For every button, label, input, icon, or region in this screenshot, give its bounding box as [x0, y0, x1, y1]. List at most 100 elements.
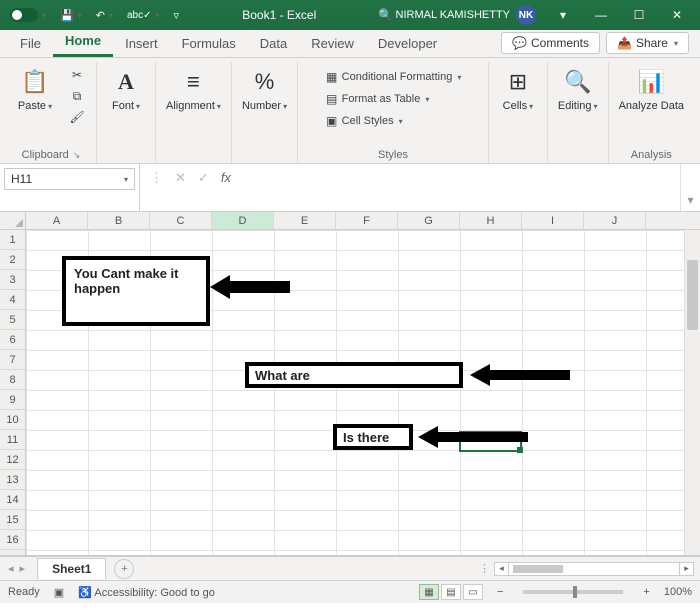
- ribbon-display-options[interactable]: ▾: [546, 4, 580, 26]
- row-header-7[interactable]: 7: [0, 350, 25, 370]
- formula-more[interactable]: ⋮: [150, 170, 163, 186]
- cut-button[interactable]: ✂: [64, 66, 90, 84]
- formula-input[interactable]: [241, 164, 680, 211]
- group-number: % Number▾: [232, 62, 298, 163]
- expand-formula-bar[interactable]: ▾: [680, 164, 700, 211]
- col-header-E[interactable]: E: [274, 212, 336, 229]
- tab-review[interactable]: Review: [299, 31, 366, 57]
- chevron-down-icon: ▾: [124, 175, 128, 184]
- sheet-nav[interactable]: ◂▸: [0, 562, 33, 575]
- worksheet-grid[interactable]: ABCDEFGHIJ 12345678910111213141516 You C…: [0, 212, 700, 556]
- col-header-G[interactable]: G: [398, 212, 460, 229]
- column-headers: ABCDEFGHIJ: [0, 212, 700, 230]
- col-header-D[interactable]: D: [212, 212, 274, 229]
- conditional-formatting-button[interactable]: ▦Conditional Formatting ▾: [319, 68, 468, 86]
- col-header-A[interactable]: A: [26, 212, 88, 229]
- row-header-9[interactable]: 9: [0, 390, 25, 410]
- minimize-button[interactable]: —: [584, 4, 618, 26]
- row-header-15[interactable]: 15: [0, 510, 25, 530]
- tab-data[interactable]: Data: [248, 31, 299, 57]
- tab-developer[interactable]: Developer: [366, 31, 449, 57]
- zoom-slider[interactable]: [523, 590, 623, 594]
- cells-icon: ⊞: [502, 66, 534, 98]
- accessibility-status[interactable]: ♿ Accessibility: Good to go: [78, 586, 215, 599]
- row-header-16[interactable]: 16: [0, 530, 25, 550]
- vertical-scrollbar[interactable]: [684, 230, 700, 555]
- macro-record-icon[interactable]: ▣: [54, 586, 64, 599]
- group-editing: 🔍 Editing▾: [548, 62, 609, 163]
- zoom-level[interactable]: 100%: [664, 586, 692, 598]
- tab-formulas[interactable]: Formulas: [170, 31, 248, 57]
- format-as-table-button[interactable]: ▤Format as Table ▾: [319, 90, 436, 108]
- row-header-14[interactable]: 14: [0, 490, 25, 510]
- cell-styles-button[interactable]: ▣Cell Styles ▾: [319, 112, 409, 130]
- arrow-shape-3[interactable]: [418, 424, 528, 450]
- row-header-5[interactable]: 5: [0, 310, 25, 330]
- col-header-B[interactable]: B: [88, 212, 150, 229]
- save-button[interactable]: 💾▾: [56, 7, 86, 24]
- zoom-in-button[interactable]: +: [643, 586, 649, 598]
- text-box-2[interactable]: What are: [245, 362, 463, 388]
- col-header-J[interactable]: J: [584, 212, 646, 229]
- row-header-8[interactable]: 8: [0, 370, 25, 390]
- titlebar: ▾ 💾▾ ↶▾ abc✓▾ ▿ Book1 - Excel 🔍 NIRMAL K…: [0, 0, 700, 30]
- arrow-shape-2[interactable]: [470, 362, 570, 388]
- cells-dropdown[interactable]: ⊞ Cells▾: [495, 64, 541, 114]
- text-box-1[interactable]: You Cant make it happen: [62, 256, 210, 326]
- format-painter-button[interactable]: 🖌: [64, 108, 90, 126]
- dialog-launcher-icon[interactable]: ↘: [73, 150, 81, 161]
- col-header-F[interactable]: F: [336, 212, 398, 229]
- row-header-11[interactable]: 11: [0, 430, 25, 450]
- row-header-4[interactable]: 4: [0, 290, 25, 310]
- share-button[interactable]: 📤 Share ▾: [606, 32, 689, 54]
- page-break-view-button[interactable]: ▭: [463, 584, 483, 600]
- tab-split-handle[interactable]: ⋮: [479, 562, 490, 575]
- fx-icon[interactable]: fx: [221, 170, 231, 185]
- group-clipboard: 📋 Paste▾ ✂ ⧉ 🖌 Clipboard↘: [6, 62, 97, 163]
- autosave-toggle[interactable]: ▾: [6, 6, 50, 24]
- enter-formula-button[interactable]: ✓: [198, 170, 209, 186]
- arrow-shape-1[interactable]: [210, 272, 290, 302]
- row-header-6[interactable]: 6: [0, 330, 25, 350]
- horizontal-scrollbar[interactable]: ◂▸: [494, 562, 694, 576]
- col-header-H[interactable]: H: [460, 212, 522, 229]
- select-all-corner[interactable]: [0, 212, 26, 229]
- name-box[interactable]: H11 ▾: [4, 168, 135, 190]
- account-area[interactable]: NIRMAL KAMISHETTY NK: [396, 5, 537, 25]
- tab-insert[interactable]: Insert: [113, 31, 170, 57]
- comments-button[interactable]: 💬 Comments: [501, 32, 600, 54]
- alignment-dropdown[interactable]: ≡ Alignment▾: [162, 64, 225, 114]
- tab-home[interactable]: Home: [53, 28, 113, 57]
- search-button[interactable]: 🔍: [376, 8, 396, 22]
- col-header-I[interactable]: I: [522, 212, 584, 229]
- close-button[interactable]: ✕: [660, 4, 694, 26]
- quick-access-toolbar: ▾ 💾▾ ↶▾ abc✓▾ ▿: [6, 6, 183, 24]
- number-dropdown[interactable]: % Number▾: [238, 64, 291, 114]
- row-header-10[interactable]: 10: [0, 410, 25, 430]
- row-header-13[interactable]: 13: [0, 470, 25, 490]
- analyze-icon: 📊: [635, 66, 667, 98]
- paste-button[interactable]: 📋 Paste▾: [12, 64, 58, 114]
- analyze-data-button[interactable]: 📊 Analyze Data: [615, 64, 688, 114]
- new-sheet-button[interactable]: +: [114, 559, 134, 579]
- font-dropdown[interactable]: A Font▾: [103, 64, 149, 114]
- page-layout-view-button[interactable]: ▤: [441, 584, 461, 600]
- copy-button[interactable]: ⧉: [64, 87, 90, 105]
- spellcheck-button[interactable]: abc✓▾: [123, 8, 164, 23]
- maximize-button[interactable]: ☐: [622, 4, 656, 26]
- normal-view-button[interactable]: ▦: [419, 584, 439, 600]
- row-header-12[interactable]: 12: [0, 450, 25, 470]
- editing-dropdown[interactable]: 🔍 Editing▾: [554, 64, 602, 114]
- sheet-tab-sheet1[interactable]: Sheet1: [37, 558, 106, 579]
- cancel-formula-button[interactable]: ✕: [175, 170, 186, 186]
- text-box-3[interactable]: Is there: [333, 424, 413, 450]
- qat-customize[interactable]: ▿: [170, 7, 184, 24]
- col-header-C[interactable]: C: [150, 212, 212, 229]
- row-header-2[interactable]: 2: [0, 250, 25, 270]
- zoom-out-button[interactable]: −: [497, 586, 503, 598]
- tab-file[interactable]: File: [8, 31, 53, 57]
- formula-controls: ⋮ ✕ ✓ fx: [140, 164, 241, 211]
- row-header-1[interactable]: 1: [0, 230, 25, 250]
- row-header-3[interactable]: 3: [0, 270, 25, 290]
- undo-button[interactable]: ↶▾: [92, 7, 117, 24]
